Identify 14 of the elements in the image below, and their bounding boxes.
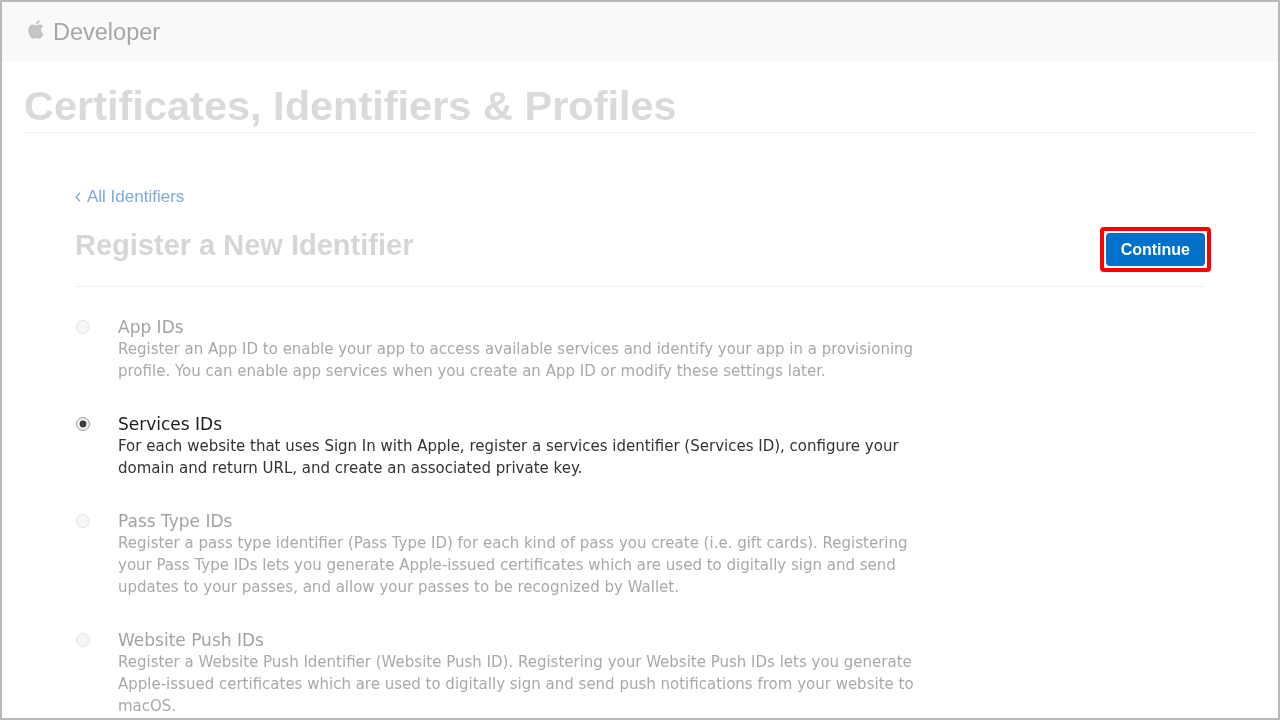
- back-link[interactable]: All Identifiers: [75, 187, 185, 207]
- option-description: Register a Website Push Identifier (Website Push ID). Registering your Website Push IDs lets you generate Apple-issued certificates which are used to digitally sign and send push notifications from your website to macOS.: [118, 652, 915, 717]
- continue-button[interactable]: Continue: [1105, 233, 1205, 266]
- option-title: App IDs: [118, 316, 184, 338]
- apple-logo-icon[interactable]: [27, 19, 46, 41]
- chevron-left-icon: [75, 192, 81, 202]
- option-description: Register an App ID to enable your app to access available services and identify your app in a provisioning profile. You can enable app services when you create an App ID or modify these settings later.: [118, 339, 915, 382]
- option-title: Website Push IDs: [118, 629, 264, 651]
- option-title: Pass Type IDs: [118, 510, 233, 532]
- option-description: For each website that uses Sign In with Apple, register a services identifier (Services ID), configure your domain and return URL, and create an associated private key.: [118, 436, 900, 479]
- brand-name[interactable]: Developer: [53, 18, 161, 46]
- option-description: Register a pass type identifier (Pass Type ID) for each kind of pass you create (i.e. gift cards). Registering your Pass Type IDs lets you generate Apple-issued certificates which are used to digitally sign and send updates to your passes, and allow your passes to be recognized by Wallet.: [118, 533, 909, 598]
- option-title: Services IDs: [118, 413, 223, 435]
- radio-button[interactable]: [76, 417, 90, 431]
